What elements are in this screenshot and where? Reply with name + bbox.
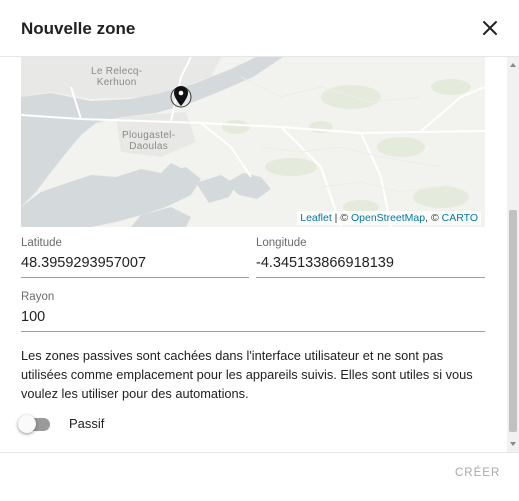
latitude-field[interactable]: Latitude 48.3959293957007 [21, 237, 249, 279]
map-pin-icon[interactable] [174, 86, 188, 106]
latitude-input[interactable]: 48.3959293957007 [21, 255, 146, 271]
openstreetmap-link[interactable]: OpenStreetMap [351, 212, 425, 224]
place-label-relecq: Le Relecq- Kerhuon [91, 66, 142, 88]
dialog-footer: CRÉER [0, 452, 519, 501]
scroll-up-arrow-icon[interactable] [507, 59, 519, 71]
dialog-title: Nouvelle zone [21, 19, 136, 38]
dialog-content: Le Relecq- Kerhuon Plougastel- Daoulas L… [0, 57, 507, 452]
field-underline [256, 277, 485, 278]
longitude-label: Longitude [256, 237, 307, 249]
passive-toggle[interactable] [18, 414, 52, 434]
dialog-header: Nouvelle zone [0, 0, 519, 57]
place-label-plougastel: Plougastel- Daoulas [122, 130, 175, 152]
attribution-separator: , © [425, 212, 442, 224]
latitude-label: Latitude [21, 237, 62, 249]
field-underline [21, 277, 249, 278]
close-button[interactable] [476, 14, 504, 42]
field-underline [21, 331, 485, 332]
zone-map[interactable]: Le Relecq- Kerhuon Plougastel- Daoulas L… [21, 57, 485, 227]
passive-info-text: Les zones passives sont cachées dans l'i… [21, 348, 473, 401]
place-label-line: Plougastel- [122, 130, 176, 141]
scroll-down-arrow-icon[interactable] [507, 438, 519, 450]
toggle-thumb [18, 415, 36, 433]
longitude-field[interactable]: Longitude -4.345133866918139 [256, 237, 485, 279]
passive-label: Passif [69, 416, 105, 431]
radius-field[interactable]: Rayon 100 [21, 291, 485, 333]
radius-label: Rayon [21, 291, 55, 303]
place-label-line: Daoulas [129, 141, 169, 152]
attribution-separator: | © [331, 212, 351, 224]
place-label-line: Kerhuon [96, 77, 137, 88]
create-button[interactable]: CRÉER [455, 467, 500, 479]
carto-link[interactable]: CARTO [442, 212, 478, 224]
longitude-input[interactable]: -4.345133866918139 [256, 255, 394, 271]
leaflet-link[interactable]: Leaflet [300, 212, 332, 224]
scrollbar[interactable] [507, 57, 519, 452]
new-zone-dialog: Nouvelle zone Le Relecq- Kerhuon Plougas… [0, 0, 519, 500]
radius-input[interactable]: 100 [21, 309, 45, 325]
close-icon [483, 21, 497, 35]
place-label-line: Le Relecq- [91, 66, 143, 77]
map-attribution: Leaflet | © OpenStreetMap, © CARTO [297, 211, 481, 225]
scrollbar-thumb[interactable] [509, 210, 517, 432]
